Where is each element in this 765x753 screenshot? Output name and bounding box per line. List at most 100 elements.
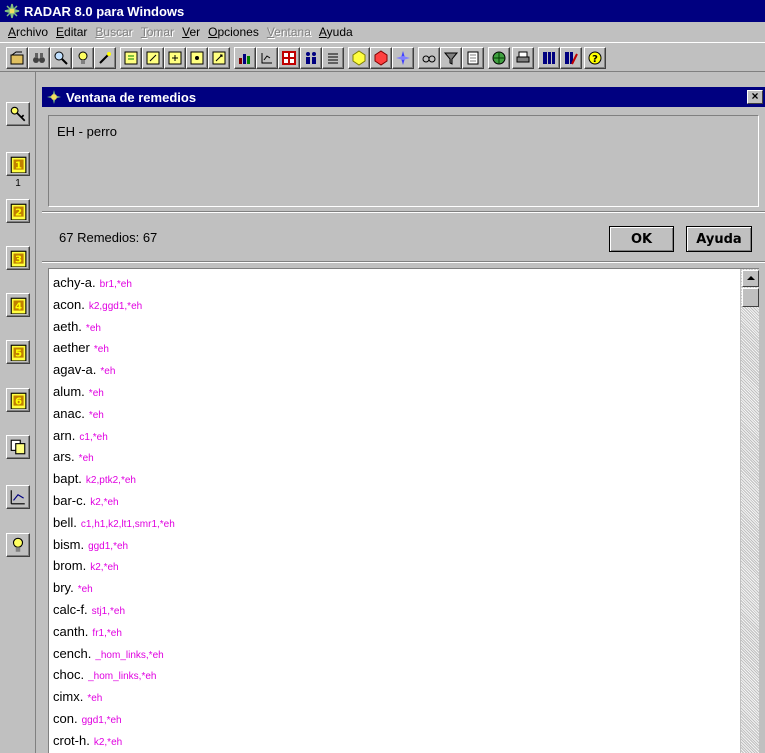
list-item[interactable]: bry. *eh — [49, 580, 739, 602]
divider — [42, 261, 765, 263]
blue-compass-icon — [396, 51, 410, 65]
yellow-hex-button[interactable] — [348, 47, 370, 69]
list-item[interactable]: cench. _hom_links,*eh — [49, 646, 739, 668]
menu-editar[interactable]: Editar — [52, 25, 91, 39]
radar-logo-icon — [47, 90, 61, 104]
bar-chart-button[interactable] — [234, 47, 256, 69]
chart-edit-button[interactable] — [6, 485, 30, 509]
scroll-up-button[interactable] — [742, 270, 759, 287]
notebook-1-button[interactable]: 1 — [6, 152, 30, 176]
printer-button[interactable] — [512, 47, 534, 69]
list-item[interactable]: agav-a. *eh — [49, 362, 739, 384]
notebook-search-button[interactable] — [208, 47, 230, 69]
notebook-3-button[interactable]: 3 — [6, 246, 30, 270]
binoculars-button[interactable] — [28, 47, 50, 69]
menu-buscar[interactable]: Buscar — [91, 25, 136, 39]
remedy-name: cench. — [53, 645, 92, 661]
notebook-2-button[interactable]: 2 — [6, 199, 30, 223]
list-item[interactable]: ars. *eh — [49, 449, 739, 471]
columns-edit-icon — [565, 52, 578, 65]
copy-icon — [10, 439, 26, 455]
list-item[interactable]: choc. _hom_links,*eh — [49, 667, 739, 689]
remedy-name: aeth. — [53, 318, 82, 334]
rubric-text-box: EH - perro — [48, 115, 759, 207]
list-item[interactable]: crot-h. k2,*eh — [49, 733, 739, 753]
list-item[interactable]: achy-a. br1,*eh — [49, 275, 739, 297]
list-item[interactable]: bell. c1,h1,k2,lt1,smr1,*eh — [49, 515, 739, 537]
remedy-name: ars. — [53, 449, 75, 465]
notebook-add-button[interactable] — [164, 47, 186, 69]
list-item[interactable]: aether *eh — [49, 340, 739, 362]
remedy-list[interactable]: achy-a. br1,*eh acon. k2,ggd1,*eh aeth. *eh ae… — [48, 268, 759, 753]
remedies-window-title-bar[interactable]: Ventana de remedios × — [42, 87, 765, 107]
people-icon — [306, 52, 316, 64]
close-button[interactable]: × — [747, 90, 763, 104]
list-item[interactable]: anac. *eh — [49, 406, 739, 428]
remedies-window: Ventana de remedios × EH - perro 67 Reme… — [42, 87, 765, 753]
list-item[interactable]: brom. k2,*eh — [49, 558, 739, 580]
magnifier-icon — [54, 51, 68, 65]
help-button[interactable]: Ayuda — [686, 226, 752, 252]
remedy-name: bar-c. — [53, 492, 87, 508]
remedy-sources: _hom_links,*eh — [95, 649, 164, 661]
list-item[interactable]: alum. *eh — [49, 384, 739, 406]
notebook-button[interactable] — [120, 47, 142, 69]
bulb-icon — [12, 537, 24, 552]
scroll-thumb[interactable] — [742, 288, 759, 307]
list-item[interactable]: bapt. k2,ptk2,*eh — [49, 471, 739, 493]
columns-edit-button[interactable] — [560, 47, 582, 69]
vertical-scrollbar[interactable] — [740, 269, 759, 753]
menu-bar: Archivo Editar Buscar Tomar Ver Opciones Venta… — [0, 22, 765, 42]
list-icon — [328, 53, 338, 64]
list-item[interactable]: con. ggd1,*eh — [49, 711, 739, 733]
list-item[interactable]: bar-c. k2,*eh — [49, 493, 739, 515]
ok-button[interactable]: OK — [609, 226, 674, 252]
globe-button[interactable] — [488, 47, 510, 69]
menu-editar-label-first: E — [56, 25, 65, 39]
menu-ver[interactable]: Ver — [178, 25, 204, 39]
document-button[interactable] — [462, 47, 484, 69]
help-button-label: Ayuda — [696, 231, 742, 247]
columns-button[interactable] — [538, 47, 560, 69]
red-hex-button[interactable] — [370, 47, 392, 69]
notebook-sidebar: 1 1 2 3 4 5 6 — [0, 72, 36, 753]
remedy-count: 67 Remedios: 67 — [59, 230, 158, 245]
remedy-name: calc-f. — [53, 601, 88, 617]
help-button[interactable]: ? — [584, 47, 606, 69]
globe-icon — [492, 51, 506, 65]
notebook-view-button[interactable] — [186, 47, 208, 69]
chart-settings-button[interactable] — [256, 47, 278, 69]
magnifier-button[interactable] — [50, 47, 72, 69]
list-item[interactable]: arn. c1,*eh — [49, 428, 739, 450]
open-button[interactable] — [6, 47, 28, 69]
notebook-4-button[interactable]: 4 — [6, 293, 30, 317]
grid-button[interactable] — [278, 47, 300, 69]
list-item[interactable]: aeth. *eh — [49, 319, 739, 341]
list-item[interactable]: calc-f. stj1,*eh — [49, 602, 739, 624]
remedy-name: anac. — [53, 405, 85, 421]
document-icon — [467, 51, 479, 65]
blue-compass-button[interactable] — [392, 47, 414, 69]
list-item[interactable]: cimx. *eh — [49, 689, 739, 711]
wand-button[interactable] — [94, 47, 116, 69]
list-item[interactable]: canth. fr1,*eh — [49, 624, 739, 646]
menu-archivo[interactable]: Archivo — [4, 25, 52, 39]
list-item[interactable]: bism. ggd1,*eh — [49, 537, 739, 559]
menu-opciones[interactable]: Opciones — [204, 25, 263, 39]
menu-ayuda[interactable]: Ayuda — [315, 25, 357, 39]
glasses-button[interactable] — [418, 47, 440, 69]
remedy-sources: *eh — [88, 387, 104, 399]
copy-button[interactable] — [6, 435, 30, 459]
bulb-button[interactable] — [6, 533, 30, 557]
menu-tomar[interactable]: Tomar — [137, 25, 178, 39]
notebook-5-button[interactable]: 5 — [6, 340, 30, 364]
menu-ventana[interactable]: Ventana — [263, 25, 315, 39]
bulb-button[interactable] — [72, 47, 94, 69]
list-item[interactable]: acon. k2,ggd1,*eh — [49, 297, 739, 319]
key-button[interactable] — [6, 102, 30, 126]
notebook-edit-button[interactable] — [142, 47, 164, 69]
filter-button[interactable] — [440, 47, 462, 69]
people-button[interactable] — [300, 47, 322, 69]
list-button[interactable] — [322, 47, 344, 69]
notebook-6-button[interactable]: 6 — [6, 388, 30, 412]
